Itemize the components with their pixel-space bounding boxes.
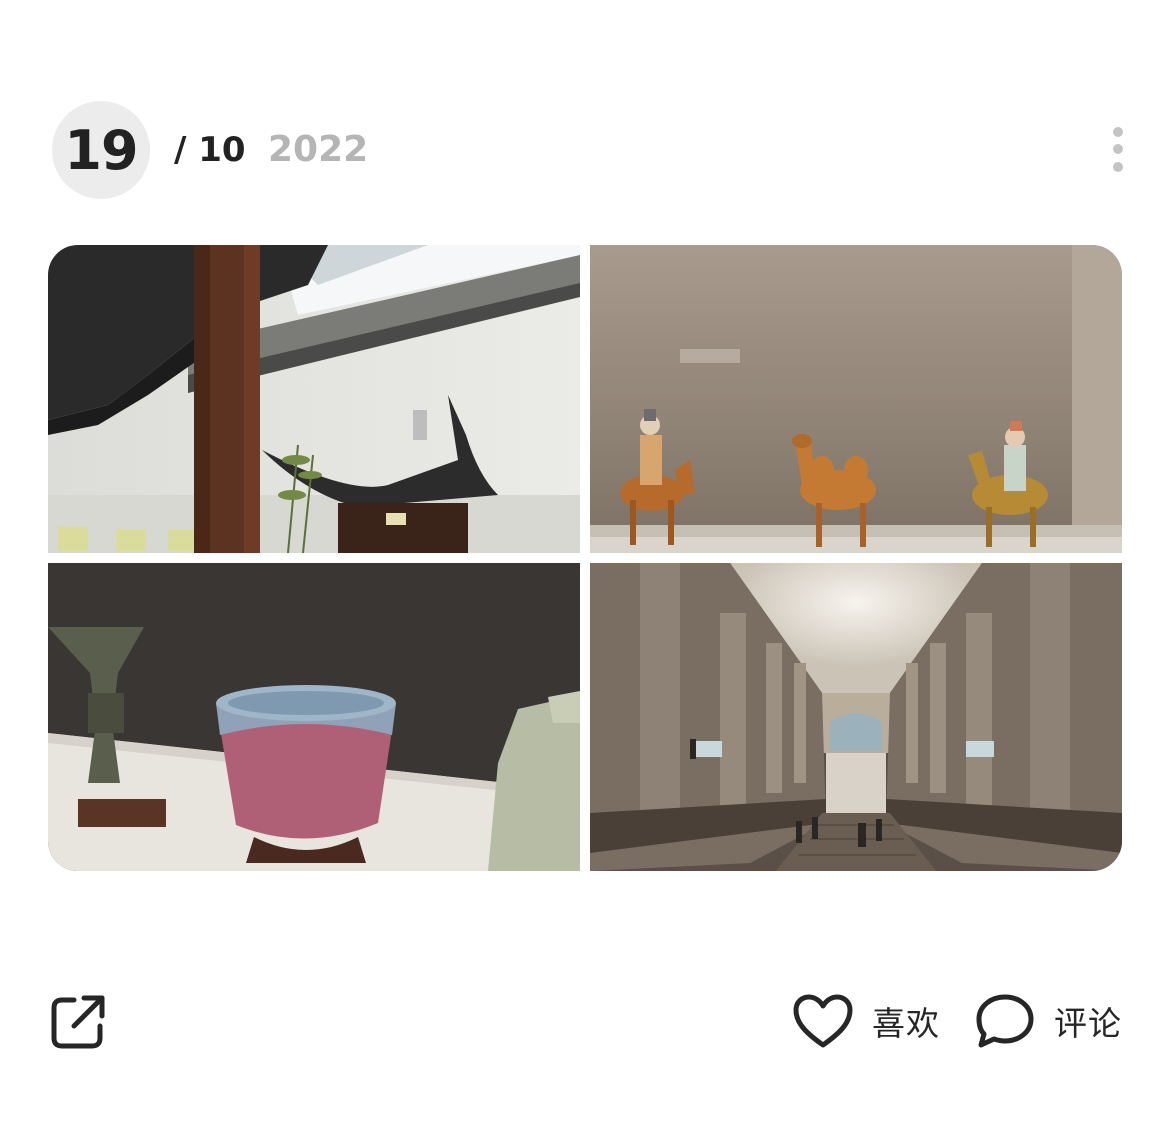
like-button[interactable]: 喜欢 [792, 990, 940, 1052]
photo-grid [48, 245, 1122, 871]
date-day-badge: 19 [52, 101, 150, 199]
date-year: 2022 [268, 129, 369, 170]
speech-bubble-icon [976, 994, 1034, 1048]
date-day: 19 [64, 118, 138, 182]
comment-label: 评论 [1054, 1004, 1122, 1043]
ceramics-image [48, 563, 580, 871]
more-options-button[interactable] [1104, 122, 1132, 178]
garden-pavilion-image [48, 245, 580, 553]
grand-staircase-image [590, 563, 1122, 871]
photo-thumbnail-tang-figurines[interactable] [590, 245, 1122, 553]
photo-thumbnail-ceramics[interactable] [48, 563, 580, 871]
photo-thumbnail-garden-pavilion[interactable] [48, 245, 580, 553]
photo-thumbnail-grand-staircase[interactable] [590, 563, 1122, 871]
share-icon [51, 995, 105, 1049]
heart-icon [793, 994, 853, 1048]
date-month: / 10 [174, 130, 246, 170]
vertical-ellipsis-icon [1113, 127, 1123, 172]
tang-figurines-image [590, 245, 1122, 553]
share-button[interactable] [48, 990, 110, 1052]
comment-button[interactable]: 评论 [974, 990, 1122, 1052]
like-label: 喜欢 [872, 1004, 940, 1043]
